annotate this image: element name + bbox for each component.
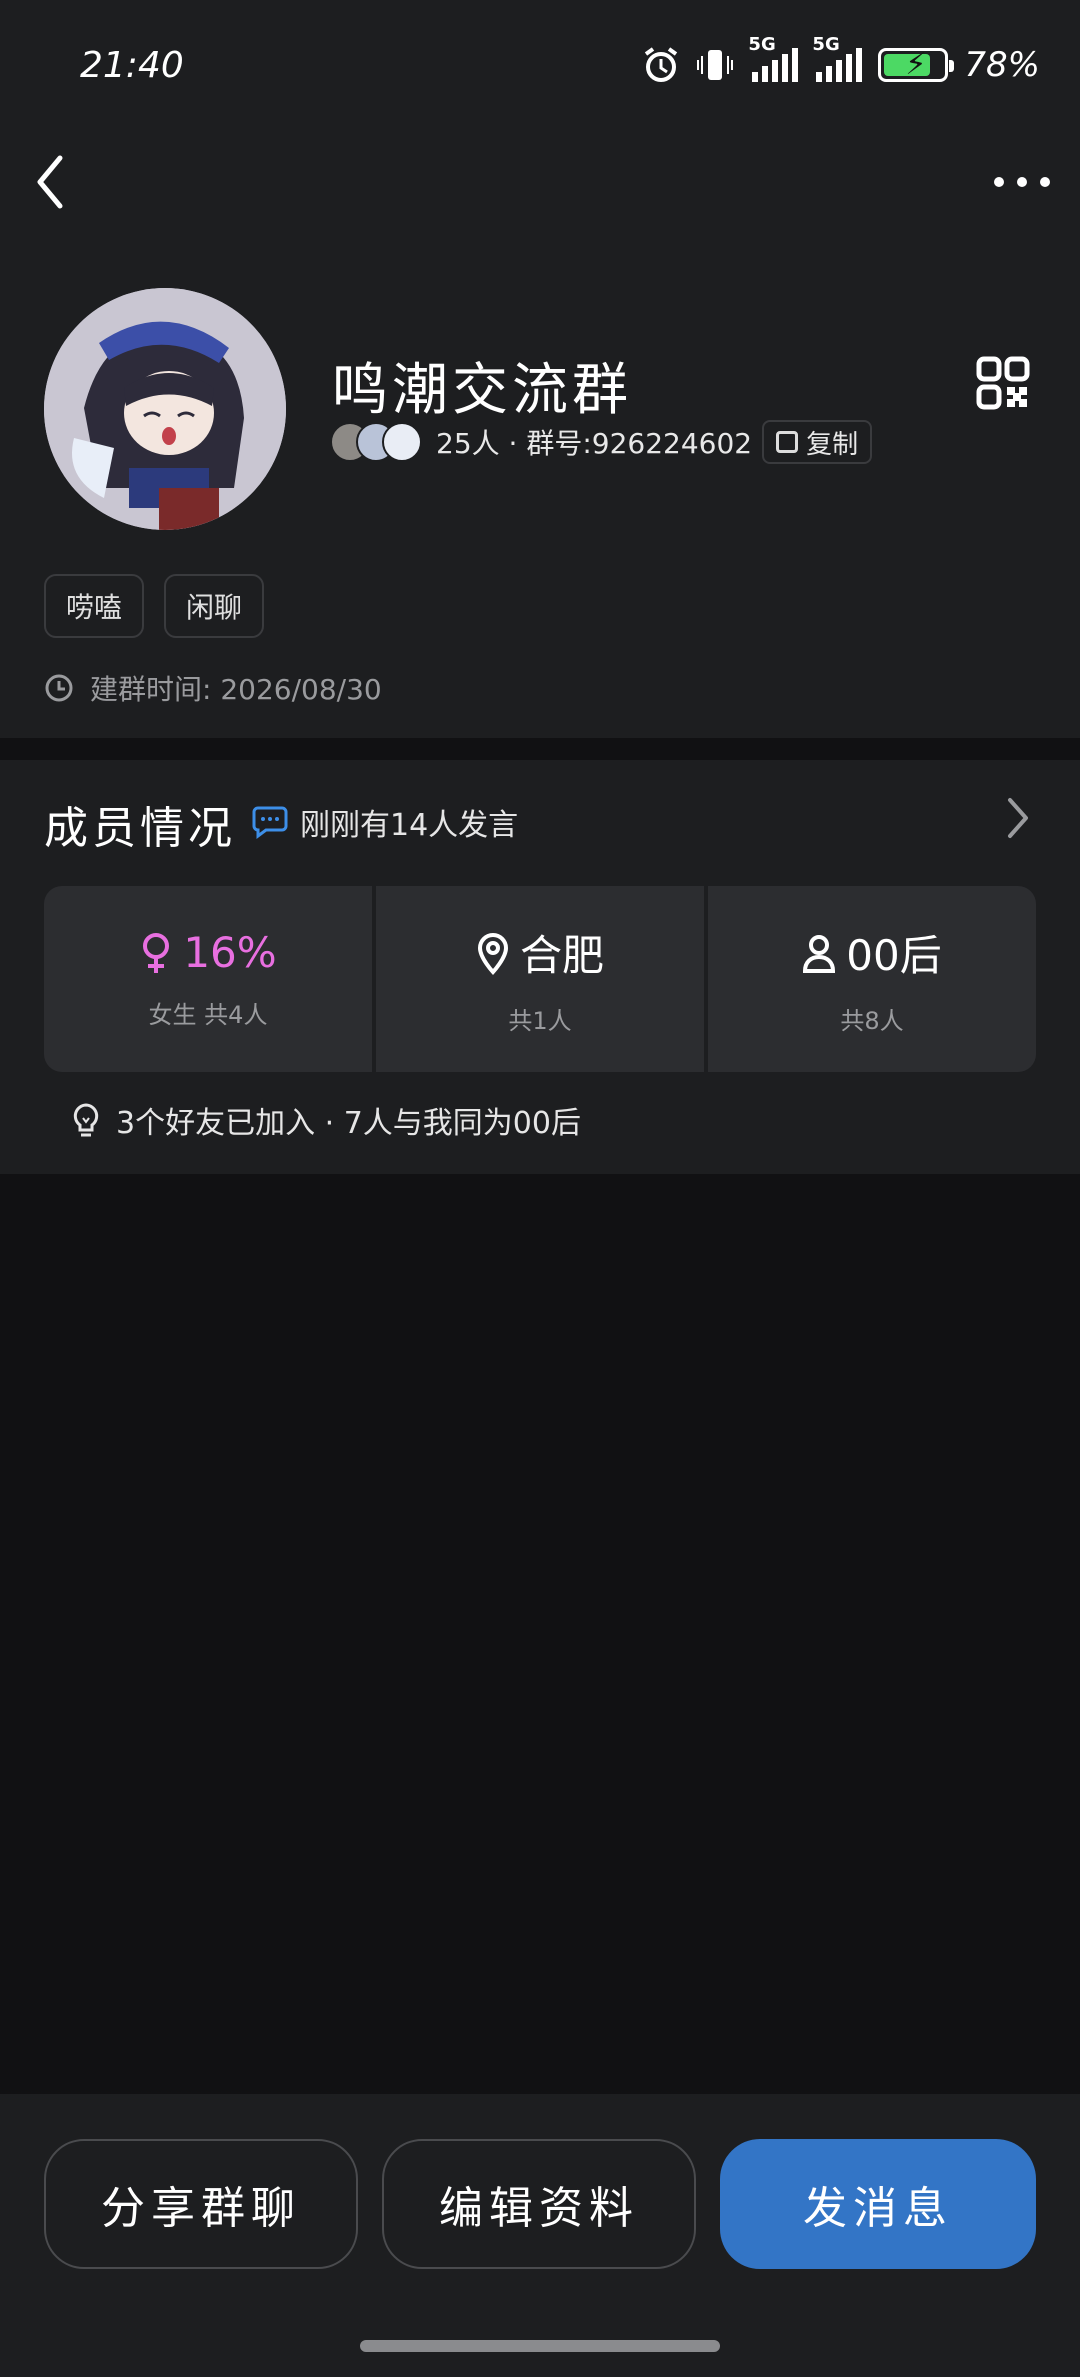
group-tag[interactable]: 闲聊 bbox=[164, 574, 265, 638]
group-avatar[interactable] bbox=[44, 288, 286, 530]
bottom-action-bar: 分享群聊 编辑资料 发消息 bbox=[0, 2094, 1080, 2377]
group-meta-row: 25人 · 群号:926224602 复制 bbox=[330, 420, 873, 464]
friends-note: 3个好友已加入 · 7人与我同为00后 bbox=[70, 1098, 581, 1142]
members-title: 成员情况 bbox=[44, 803, 236, 854]
stat-age[interactable]: 00后 共8人 bbox=[708, 886, 1036, 1072]
share-group-button[interactable]: 分享群聊 bbox=[44, 2139, 358, 2269]
clock-icon bbox=[45, 674, 73, 702]
stat-age-value: 00后 bbox=[846, 931, 942, 980]
qr-code-button[interactable] bbox=[976, 356, 1030, 410]
stat-location-sub: 共1人 bbox=[508, 1007, 572, 1035]
status-indicators: 5G 5G ⚡ 78% bbox=[642, 34, 1040, 85]
member-stats: 16% 女生 共4人 合肥 共1人 00后 共8人 bbox=[44, 886, 1036, 1072]
edit-profile-button[interactable]: 编辑资料 bbox=[382, 2139, 696, 2269]
members-section[interactable]: 成员情况 刚刚有14人发言 16% 女生 共4人 合肥 共1人 00后 共8人 … bbox=[0, 760, 1080, 1174]
stat-gender-value: 16% bbox=[183, 928, 277, 977]
created-date: 建群时间: 2026/08/30 bbox=[44, 668, 382, 708]
avatar-image bbox=[44, 288, 286, 530]
female-icon bbox=[143, 932, 170, 973]
stat-location-value: 合肥 bbox=[519, 931, 604, 980]
member-count-group-id: 25人 · 群号:926224602 bbox=[436, 427, 753, 460]
copy-group-id-button[interactable]: 复制 bbox=[762, 420, 873, 464]
stat-age-sub: 共8人 bbox=[840, 1007, 904, 1035]
stat-gender-sub: 女生 共4人 bbox=[148, 1001, 268, 1029]
person-icon bbox=[803, 934, 836, 973]
location-pin-icon bbox=[477, 932, 508, 975]
chevron-left-icon bbox=[37, 155, 63, 209]
copy-icon bbox=[776, 431, 799, 453]
stat-location[interactable]: 合肥 共1人 bbox=[376, 886, 704, 1072]
battery-percent: 78% bbox=[964, 45, 1040, 85]
qr-code-icon bbox=[976, 356, 1030, 410]
stat-gender[interactable]: 16% 女生 共4人 bbox=[44, 886, 372, 1072]
group-name: 鸣潮交流群 bbox=[332, 358, 632, 423]
signal-2-icon: 5G bbox=[812, 34, 863, 82]
lightbulb-icon bbox=[73, 1103, 99, 1137]
speak-note-text: 刚刚有14人发言 bbox=[300, 808, 519, 843]
group-tag[interactable]: 唠嗑 bbox=[44, 574, 145, 638]
home-indicator[interactable] bbox=[360, 2340, 720, 2352]
back-button[interactable] bbox=[30, 150, 74, 214]
copy-label: 复制 bbox=[806, 429, 859, 460]
alarm-icon bbox=[642, 46, 680, 84]
status-bar: 21:40 5G 5G ⚡ 78% bbox=[0, 0, 1080, 140]
chevron-right-icon[interactable] bbox=[1004, 796, 1032, 840]
chat-bubble-icon bbox=[252, 806, 288, 839]
signal-1-icon: 5G bbox=[748, 34, 799, 82]
send-message-button[interactable]: 发消息 bbox=[720, 2139, 1036, 2269]
vibrate-icon bbox=[696, 46, 734, 84]
member-avatars[interactable] bbox=[330, 422, 422, 462]
more-button[interactable] bbox=[994, 150, 1050, 214]
created-date-text: 建群时间: 2026/08/30 bbox=[90, 673, 382, 706]
speak-note: 刚刚有14人发言 bbox=[252, 800, 518, 844]
group-tags: 唠嗑 闲聊 bbox=[44, 574, 265, 638]
friends-note-text: 3个好友已加入 · 7人与我同为00后 bbox=[116, 1106, 581, 1141]
member-avatar bbox=[382, 422, 422, 462]
battery-icon: ⚡ bbox=[878, 47, 955, 82]
status-time: 21:40 bbox=[80, 45, 184, 86]
